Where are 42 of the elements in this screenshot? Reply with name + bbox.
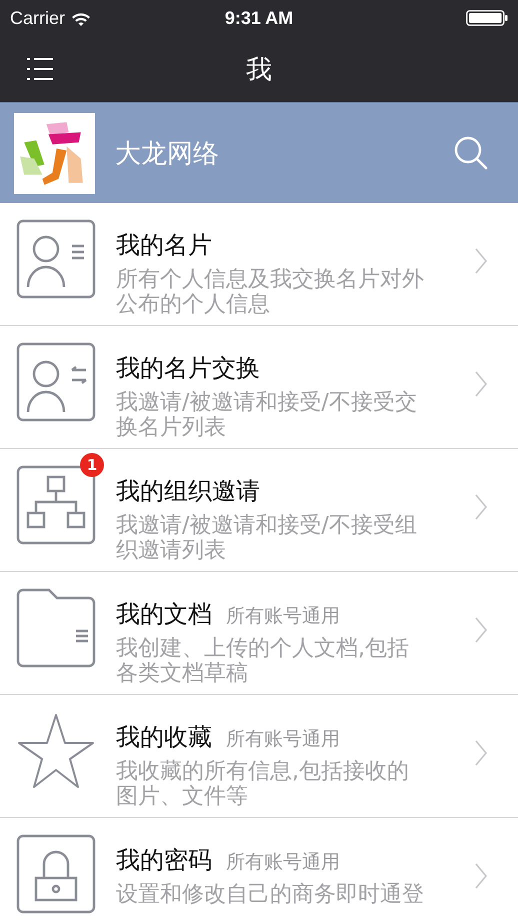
wifi-icon	[71, 11, 92, 25]
row-tag: 所有账号通用	[226, 603, 340, 629]
menu-row[interactable]: 我的名片交换 我邀请/被邀请和接受/不接受交换名片列表	[0, 326, 518, 449]
star-icon	[16, 711, 96, 791]
menu-row[interactable]: 我的密码 所有账号通用 设置和修改自己的商务即时通登	[0, 818, 518, 920]
row-description: 所有个人信息及我交换名片对外公布的个人信息	[116, 267, 425, 317]
notification-badge: 1	[80, 453, 104, 477]
status-time: 9:31 AM	[224, 8, 294, 28]
battery-icon	[466, 10, 508, 26]
menu-row[interactable]: 我的文档 所有账号通用 我创建、上传的个人文档,包括各类文档草稿	[0, 572, 518, 695]
chevron-icon	[474, 370, 488, 398]
chevron-icon	[474, 739, 488, 767]
row-description: 我邀请/被邀请和接受/不接受组织邀请列表	[116, 513, 418, 563]
chevron-icon	[474, 493, 488, 521]
id-card-icon	[16, 219, 96, 299]
row-title: 我的名片交换	[116, 353, 260, 384]
row-tag: 所有账号通用	[226, 726, 340, 752]
contact-swap-icon	[16, 342, 96, 422]
chevron-icon	[474, 862, 488, 890]
menu-row[interactable]: 我的收藏 所有账号通用 我收藏的所有信息,包括接收的图片、文件等	[0, 695, 518, 818]
page-title: 我	[245, 54, 273, 86]
menu-row[interactable]: 我的名片 所有个人信息及我交换名片对外公布的个人信息	[0, 203, 518, 326]
search-icon[interactable]	[454, 136, 488, 170]
logo-icon	[14, 112, 95, 194]
row-title: 我的密码	[116, 845, 212, 876]
row-title: 我的名片	[116, 230, 212, 261]
menu-row[interactable]: 1 我的组织邀请 我邀请/被邀请和接受/不接受组织邀请列表	[0, 449, 518, 572]
row-title: 我的文档	[116, 599, 212, 630]
row-description: 设置和修改自己的商务即时通登	[116, 882, 425, 907]
chevron-icon	[474, 616, 488, 644]
row-description: 我创建、上传的个人文档,包括各类文档草稿	[116, 636, 410, 686]
row-tag: 所有账号通用	[226, 849, 340, 875]
row-description: 我收藏的所有信息,包括接收的图片、文件等	[116, 759, 410, 809]
row-title: 我的组织邀请	[116, 476, 260, 507]
row-title: 我的收藏	[116, 722, 212, 753]
chevron-icon	[474, 247, 488, 275]
lock-icon	[16, 834, 96, 914]
folder-icon	[16, 588, 96, 668]
carrier-name: Carrier	[10, 8, 66, 28]
row-description: 我邀请/被邀请和接受/不接受交换名片列表	[116, 390, 418, 440]
company-name: 大龙网络	[115, 138, 220, 170]
menu-icon[interactable]	[27, 57, 53, 81]
